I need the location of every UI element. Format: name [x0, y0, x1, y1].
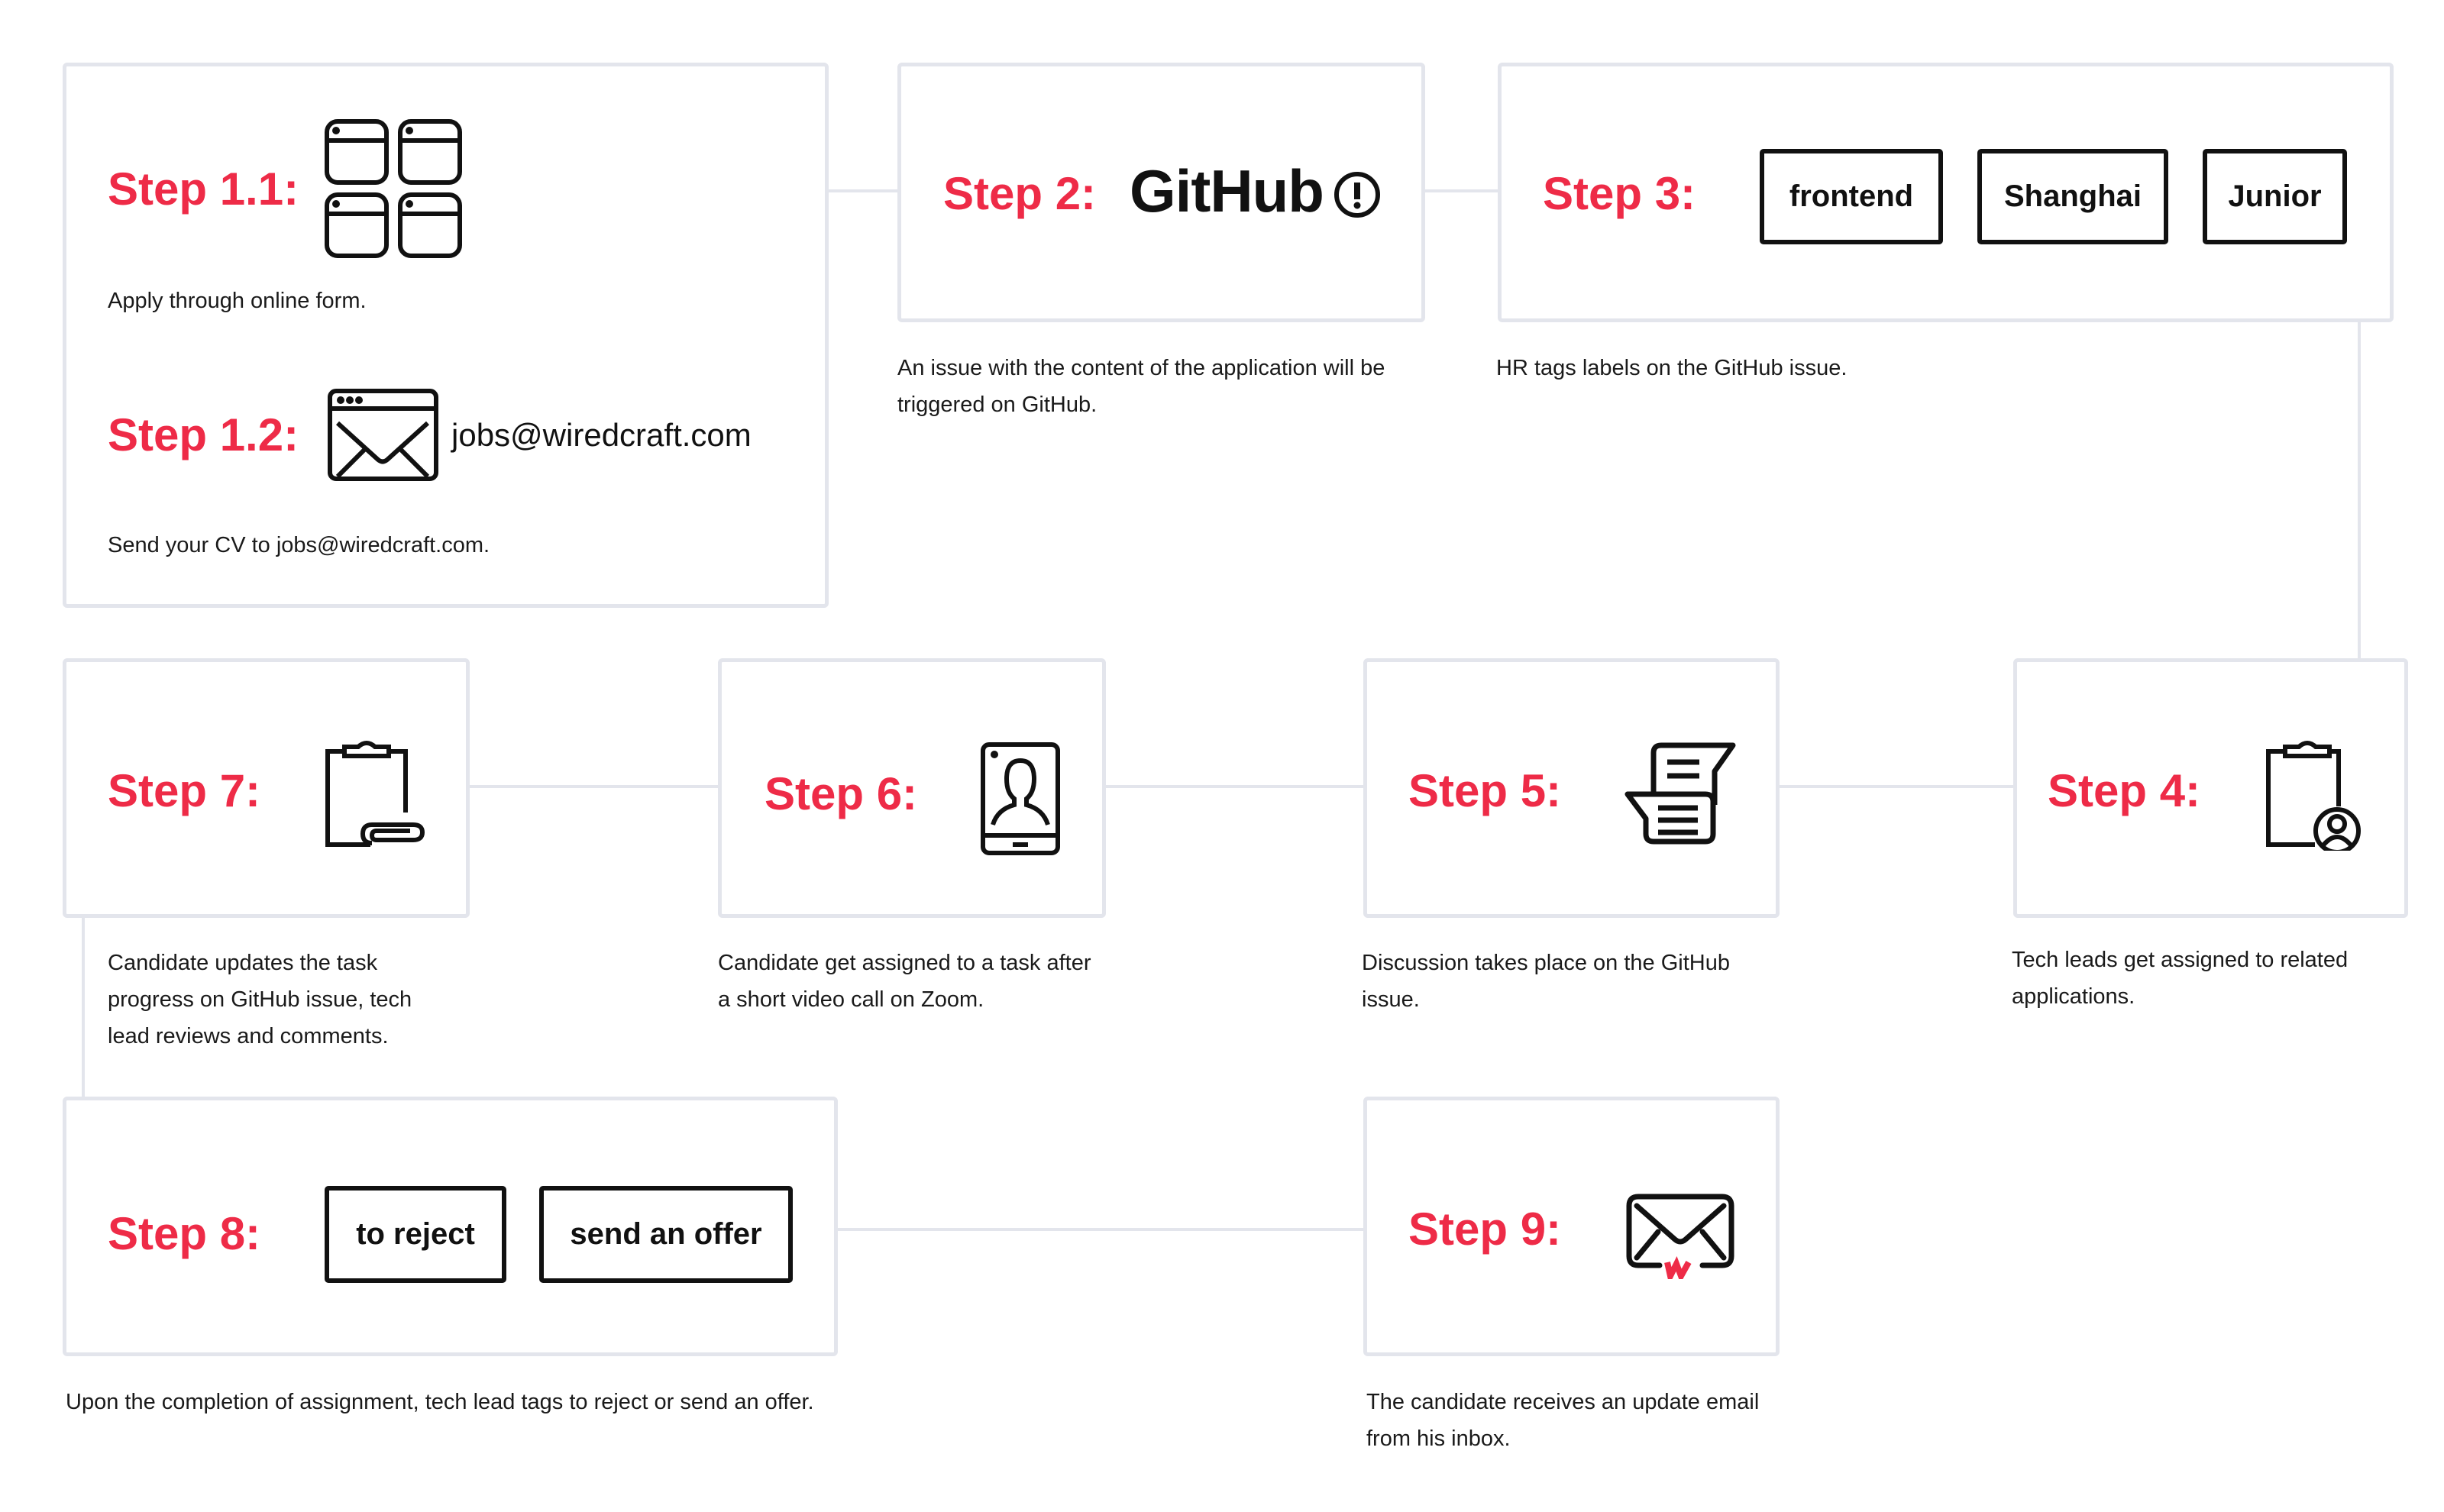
issue-alert-icon	[1334, 172, 1380, 218]
chat-bubbles-icon	[1624, 742, 1736, 845]
label-tag-shanghai[interactable]: Shanghai	[1977, 149, 2168, 244]
step-9-label: Step 9:	[1408, 1203, 1562, 1255]
step-3-description: HR tags labels on the GitHub issue.	[1496, 356, 1848, 380]
step-1-2-label: Step 1.2:	[108, 409, 299, 460]
step-8-label: Step 8:	[108, 1208, 261, 1259]
step-3-label: Step 3:	[1543, 168, 1696, 219]
step-9-description: The candidate receives an update email f…	[1366, 1390, 1760, 1451]
email-window-icon	[328, 389, 438, 481]
step-8-description: Upon the completion of assignment, tech …	[66, 1390, 814, 1414]
step-2-label: Step 2:	[943, 168, 1097, 219]
step-7-description: Candidate updates the task progress on G…	[108, 951, 412, 1048]
step-1-1-description: Apply through online form.	[108, 289, 367, 313]
envelope-wiredcraft-icon	[1626, 1194, 1734, 1279]
clipboard-user-icon	[2266, 741, 2361, 851]
step-7-label: Step 7:	[108, 765, 261, 816]
clipboard-attachment-icon	[325, 741, 425, 847]
step-6-description: Candidate get assigned to a task after a…	[718, 951, 1091, 1012]
email-address[interactable]: jobs@wiredcraft.com	[451, 418, 752, 452]
step-6-label: Step 6:	[765, 768, 918, 819]
step-5-description: Discussion takes place on the GitHub iss…	[1362, 951, 1730, 1012]
step-1-1-label: Step 1.1:	[108, 163, 299, 215]
label-tag-to-reject[interactable]: to reject	[325, 1186, 506, 1283]
label-tag-send-an-offer[interactable]: send an offer	[539, 1186, 793, 1283]
step-5-label: Step 5:	[1408, 765, 1562, 816]
browser-windows-grid-icon	[325, 119, 462, 258]
github-logo: GitHub	[1130, 157, 1324, 225]
step-1-2-description: Send your CV to jobs@wiredcraft.com.	[108, 533, 490, 557]
tablet-video-call-icon	[981, 742, 1060, 855]
step-2-description: An issue with the content of the applica…	[897, 356, 1385, 417]
step-4-description: Tech leads get assigned to related appli…	[2012, 948, 2349, 1009]
label-tag-frontend[interactable]: frontend	[1760, 149, 1943, 244]
step-4-label: Step 4:	[2048, 765, 2201, 816]
label-tag-junior[interactable]: Junior	[2203, 149, 2347, 244]
